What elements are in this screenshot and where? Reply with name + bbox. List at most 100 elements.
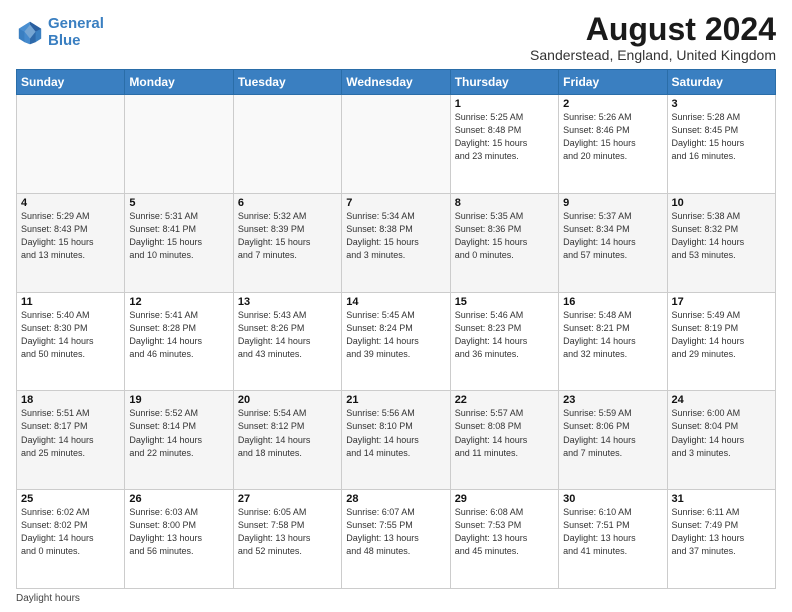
day-cell bbox=[125, 95, 233, 194]
day-number: 18 bbox=[21, 394, 120, 406]
header-row: SundayMondayTuesdayWednesdayThursdayFrid… bbox=[17, 70, 776, 95]
day-number: 21 bbox=[346, 394, 445, 406]
day-info: Sunrise: 6:00 AM Sunset: 8:04 PM Dayligh… bbox=[672, 407, 771, 459]
day-cell: 19Sunrise: 5:52 AM Sunset: 8:14 PM Dayli… bbox=[125, 391, 233, 490]
day-info: Sunrise: 6:08 AM Sunset: 7:53 PM Dayligh… bbox=[455, 506, 554, 558]
day-number: 14 bbox=[346, 296, 445, 308]
col-header-monday: Monday bbox=[125, 70, 233, 95]
day-cell: 6Sunrise: 5:32 AM Sunset: 8:39 PM Daylig… bbox=[233, 193, 341, 292]
day-cell: 26Sunrise: 6:03 AM Sunset: 8:00 PM Dayli… bbox=[125, 490, 233, 589]
day-cell: 8Sunrise: 5:35 AM Sunset: 8:36 PM Daylig… bbox=[450, 193, 558, 292]
day-cell: 22Sunrise: 5:57 AM Sunset: 8:08 PM Dayli… bbox=[450, 391, 558, 490]
day-info: Sunrise: 6:10 AM Sunset: 7:51 PM Dayligh… bbox=[563, 506, 662, 558]
day-number: 28 bbox=[346, 493, 445, 505]
day-cell: 30Sunrise: 6:10 AM Sunset: 7:51 PM Dayli… bbox=[559, 490, 667, 589]
day-info: Sunrise: 5:59 AM Sunset: 8:06 PM Dayligh… bbox=[563, 407, 662, 459]
day-number: 22 bbox=[455, 394, 554, 406]
day-info: Sunrise: 5:48 AM Sunset: 8:21 PM Dayligh… bbox=[563, 309, 662, 361]
col-header-wednesday: Wednesday bbox=[342, 70, 450, 95]
day-number: 20 bbox=[238, 394, 337, 406]
day-cell: 2Sunrise: 5:26 AM Sunset: 8:46 PM Daylig… bbox=[559, 95, 667, 194]
logo-text: General Blue bbox=[48, 16, 104, 49]
week-row-4: 18Sunrise: 5:51 AM Sunset: 8:17 PM Dayli… bbox=[17, 391, 776, 490]
day-number: 26 bbox=[129, 493, 228, 505]
page: General Blue August 2024 Sanderstead, En… bbox=[0, 0, 792, 612]
day-number: 13 bbox=[238, 296, 337, 308]
day-info: Sunrise: 5:35 AM Sunset: 8:36 PM Dayligh… bbox=[455, 210, 554, 262]
calendar-body: 1Sunrise: 5:25 AM Sunset: 8:48 PM Daylig… bbox=[17, 95, 776, 589]
day-number: 3 bbox=[672, 98, 771, 110]
day-cell: 15Sunrise: 5:46 AM Sunset: 8:23 PM Dayli… bbox=[450, 292, 558, 391]
day-number: 24 bbox=[672, 394, 771, 406]
day-cell: 12Sunrise: 5:41 AM Sunset: 8:28 PM Dayli… bbox=[125, 292, 233, 391]
day-number: 5 bbox=[129, 197, 228, 209]
day-number: 8 bbox=[455, 197, 554, 209]
day-number: 31 bbox=[672, 493, 771, 505]
logo: General Blue bbox=[16, 12, 104, 49]
day-info: Sunrise: 5:28 AM Sunset: 8:45 PM Dayligh… bbox=[672, 111, 771, 163]
day-info: Sunrise: 5:52 AM Sunset: 8:14 PM Dayligh… bbox=[129, 407, 228, 459]
day-number: 30 bbox=[563, 493, 662, 505]
day-cell: 5Sunrise: 5:31 AM Sunset: 8:41 PM Daylig… bbox=[125, 193, 233, 292]
day-info: Sunrise: 5:26 AM Sunset: 8:46 PM Dayligh… bbox=[563, 111, 662, 163]
day-cell: 10Sunrise: 5:38 AM Sunset: 8:32 PM Dayli… bbox=[667, 193, 775, 292]
footer: Daylight hours bbox=[16, 593, 776, 604]
day-number: 4 bbox=[21, 197, 120, 209]
day-info: Sunrise: 5:51 AM Sunset: 8:17 PM Dayligh… bbox=[21, 407, 120, 459]
day-number: 15 bbox=[455, 296, 554, 308]
col-header-friday: Friday bbox=[559, 70, 667, 95]
footer-text: Daylight hours bbox=[16, 593, 80, 604]
day-number: 7 bbox=[346, 197, 445, 209]
day-info: Sunrise: 5:29 AM Sunset: 8:43 PM Dayligh… bbox=[21, 210, 120, 262]
week-row-2: 4Sunrise: 5:29 AM Sunset: 8:43 PM Daylig… bbox=[17, 193, 776, 292]
day-cell: 16Sunrise: 5:48 AM Sunset: 8:21 PM Dayli… bbox=[559, 292, 667, 391]
day-info: Sunrise: 6:03 AM Sunset: 8:00 PM Dayligh… bbox=[129, 506, 228, 558]
day-number: 17 bbox=[672, 296, 771, 308]
day-info: Sunrise: 5:43 AM Sunset: 8:26 PM Dayligh… bbox=[238, 309, 337, 361]
header: General Blue August 2024 Sanderstead, En… bbox=[16, 12, 776, 63]
day-info: Sunrise: 5:41 AM Sunset: 8:28 PM Dayligh… bbox=[129, 309, 228, 361]
day-number: 12 bbox=[129, 296, 228, 308]
day-info: Sunrise: 5:25 AM Sunset: 8:48 PM Dayligh… bbox=[455, 111, 554, 163]
day-cell: 28Sunrise: 6:07 AM Sunset: 7:55 PM Dayli… bbox=[342, 490, 450, 589]
day-info: Sunrise: 6:07 AM Sunset: 7:55 PM Dayligh… bbox=[346, 506, 445, 558]
day-cell: 29Sunrise: 6:08 AM Sunset: 7:53 PM Dayli… bbox=[450, 490, 558, 589]
day-cell: 13Sunrise: 5:43 AM Sunset: 8:26 PM Dayli… bbox=[233, 292, 341, 391]
day-cell: 9Sunrise: 5:37 AM Sunset: 8:34 PM Daylig… bbox=[559, 193, 667, 292]
day-info: Sunrise: 5:32 AM Sunset: 8:39 PM Dayligh… bbox=[238, 210, 337, 262]
day-cell bbox=[342, 95, 450, 194]
col-header-tuesday: Tuesday bbox=[233, 70, 341, 95]
day-cell: 7Sunrise: 5:34 AM Sunset: 8:38 PM Daylig… bbox=[342, 193, 450, 292]
day-number: 16 bbox=[563, 296, 662, 308]
day-info: Sunrise: 5:54 AM Sunset: 8:12 PM Dayligh… bbox=[238, 407, 337, 459]
day-cell: 4Sunrise: 5:29 AM Sunset: 8:43 PM Daylig… bbox=[17, 193, 125, 292]
week-row-1: 1Sunrise: 5:25 AM Sunset: 8:48 PM Daylig… bbox=[17, 95, 776, 194]
day-number: 27 bbox=[238, 493, 337, 505]
day-number: 25 bbox=[21, 493, 120, 505]
logo-icon bbox=[16, 19, 44, 47]
calendar-header: SundayMondayTuesdayWednesdayThursdayFrid… bbox=[17, 70, 776, 95]
day-cell: 25Sunrise: 6:02 AM Sunset: 8:02 PM Dayli… bbox=[17, 490, 125, 589]
day-cell: 1Sunrise: 5:25 AM Sunset: 8:48 PM Daylig… bbox=[450, 95, 558, 194]
calendar-table: SundayMondayTuesdayWednesdayThursdayFrid… bbox=[16, 69, 776, 589]
day-cell: 17Sunrise: 5:49 AM Sunset: 8:19 PM Dayli… bbox=[667, 292, 775, 391]
day-info: Sunrise: 5:56 AM Sunset: 8:10 PM Dayligh… bbox=[346, 407, 445, 459]
day-info: Sunrise: 5:34 AM Sunset: 8:38 PM Dayligh… bbox=[346, 210, 445, 262]
day-number: 11 bbox=[21, 296, 120, 308]
day-cell: 11Sunrise: 5:40 AM Sunset: 8:30 PM Dayli… bbox=[17, 292, 125, 391]
day-info: Sunrise: 6:05 AM Sunset: 7:58 PM Dayligh… bbox=[238, 506, 337, 558]
day-number: 29 bbox=[455, 493, 554, 505]
title-block: August 2024 Sanderstead, England, United… bbox=[530, 12, 776, 63]
day-info: Sunrise: 5:31 AM Sunset: 8:41 PM Dayligh… bbox=[129, 210, 228, 262]
week-row-5: 25Sunrise: 6:02 AM Sunset: 8:02 PM Dayli… bbox=[17, 490, 776, 589]
week-row-3: 11Sunrise: 5:40 AM Sunset: 8:30 PM Dayli… bbox=[17, 292, 776, 391]
day-info: Sunrise: 5:37 AM Sunset: 8:34 PM Dayligh… bbox=[563, 210, 662, 262]
day-cell: 20Sunrise: 5:54 AM Sunset: 8:12 PM Dayli… bbox=[233, 391, 341, 490]
day-cell: 18Sunrise: 5:51 AM Sunset: 8:17 PM Dayli… bbox=[17, 391, 125, 490]
day-cell bbox=[17, 95, 125, 194]
day-cell: 24Sunrise: 6:00 AM Sunset: 8:04 PM Dayli… bbox=[667, 391, 775, 490]
day-info: Sunrise: 5:45 AM Sunset: 8:24 PM Dayligh… bbox=[346, 309, 445, 361]
subtitle: Sanderstead, England, United Kingdom bbox=[530, 47, 776, 63]
day-cell: 27Sunrise: 6:05 AM Sunset: 7:58 PM Dayli… bbox=[233, 490, 341, 589]
day-cell: 23Sunrise: 5:59 AM Sunset: 8:06 PM Dayli… bbox=[559, 391, 667, 490]
